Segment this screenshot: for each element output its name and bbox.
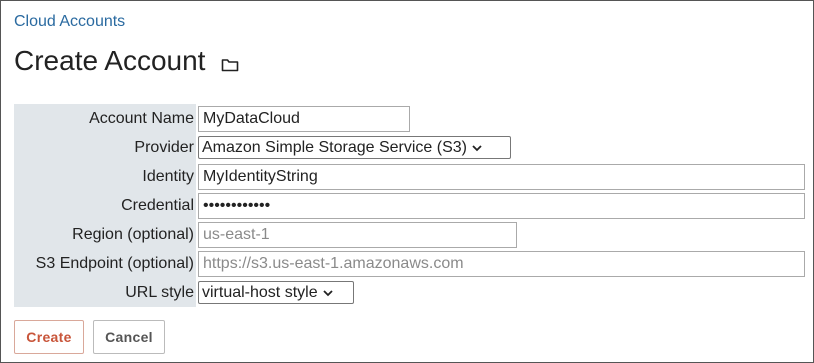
identity-label: Identity bbox=[14, 162, 196, 191]
s3-endpoint-label: S3 Endpoint (optional) bbox=[14, 249, 196, 278]
create-button[interactable]: Create bbox=[14, 320, 84, 354]
provider-select[interactable]: Amazon Simple Storage Service (S3) bbox=[198, 136, 511, 159]
title-row: Create Account bbox=[14, 45, 239, 77]
provider-selected-value: Amazon Simple Storage Service (S3) bbox=[202, 138, 467, 156]
form-buttons: Create Cancel bbox=[14, 320, 165, 354]
folder-icon[interactable] bbox=[221, 57, 239, 73]
page-frame: Cloud Accounts Create Account Account Na… bbox=[0, 0, 814, 363]
row-provider: Provider Amazon Simple Storage Service (… bbox=[14, 133, 805, 162]
url-style-select[interactable]: virtual-host style bbox=[198, 281, 354, 304]
account-form: Account Name Provider Amazon Simple Stor… bbox=[14, 104, 805, 307]
account-name-input[interactable] bbox=[198, 105, 410, 132]
region-label: Region (optional) bbox=[14, 220, 196, 249]
breadcrumb-cloud-accounts[interactable]: Cloud Accounts bbox=[14, 13, 125, 31]
chevron-down-icon bbox=[472, 144, 482, 151]
url-style-label: URL style bbox=[14, 278, 196, 307]
url-style-selected-value: virtual-host style bbox=[202, 283, 318, 301]
row-url-style: URL style virtual-host style bbox=[14, 278, 805, 307]
row-account-name: Account Name bbox=[14, 104, 805, 133]
identity-input[interactable] bbox=[198, 163, 805, 190]
row-s3-endpoint: S3 Endpoint (optional) bbox=[14, 249, 805, 278]
credential-input[interactable] bbox=[198, 192, 805, 219]
row-credential: Credential bbox=[14, 191, 805, 220]
region-input[interactable] bbox=[198, 221, 517, 248]
row-region: Region (optional) bbox=[14, 220, 805, 249]
page-title: Create Account bbox=[14, 45, 206, 76]
credential-label: Credential bbox=[14, 191, 196, 220]
provider-label: Provider bbox=[14, 133, 196, 162]
s3-endpoint-input[interactable] bbox=[198, 250, 805, 277]
account-name-label: Account Name bbox=[14, 104, 196, 133]
row-identity: Identity bbox=[14, 162, 805, 191]
chevron-down-icon bbox=[322, 289, 333, 296]
cancel-button[interactable]: Cancel bbox=[93, 320, 165, 354]
